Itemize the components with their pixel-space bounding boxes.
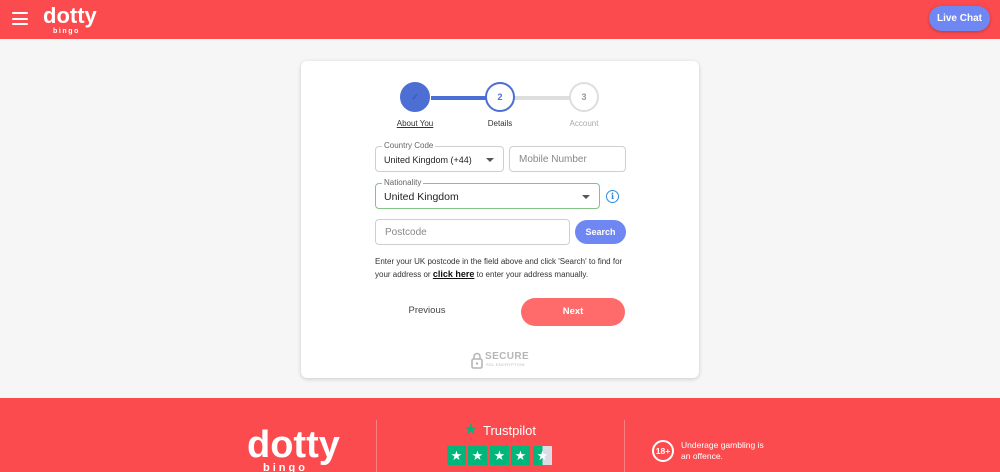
mobile-number-field[interactable]: Mobile Number <box>509 146 626 172</box>
country-code-value: United Kingdom (+44) <box>384 155 472 165</box>
rating-star-icon: ★ <box>468 446 487 465</box>
menu-icon[interactable] <box>12 12 28 25</box>
svg-text:dotty: dotty <box>247 424 340 466</box>
svg-text:bingo: bingo <box>53 28 80 35</box>
footer: dotty bingo ★ Trustpilot ★ ★ ★ ★ ★ 18+ U… <box>0 398 1000 472</box>
postcode-helper-text: Enter your UK postcode in the field abov… <box>375 255 635 281</box>
svg-text:dotty: dotty <box>43 3 98 28</box>
info-icon[interactable]: i <box>606 190 619 203</box>
search-button[interactable]: Search <box>575 220 626 244</box>
stepper-progress-line <box>431 96 487 100</box>
nationality-label: Nationality <box>382 178 424 187</box>
rating-star-icon: ★ <box>490 446 509 465</box>
registration-card: ✓ 2 3 About You Details Account Country … <box>301 61 699 378</box>
step-2-circle: 2 <box>485 82 515 112</box>
secure-text: SECURE <box>485 351 530 362</box>
lock-icon <box>471 352 483 369</box>
dotty-bingo-footer-logo: dotty bingo <box>247 424 340 472</box>
rating-star-icon: ★ <box>447 446 466 465</box>
postcode-placeholder: Postcode <box>385 227 427 238</box>
step-1-label[interactable]: About You <box>375 119 455 128</box>
click-here-link[interactable]: click here <box>433 269 475 279</box>
stepper-remaining-line <box>514 96 570 100</box>
svg-text:bingo: bingo <box>263 462 308 472</box>
chevron-down-icon <box>582 195 590 199</box>
rating-star-icon: ★ <box>511 446 530 465</box>
helper-text-part-2: to enter your address manually. <box>476 270 589 279</box>
secure-badge: SECURE SSL ENCRYPTION <box>471 350 533 370</box>
step-2-label: Details <box>487 119 513 128</box>
next-button[interactable]: Next <box>521 298 625 326</box>
trustpilot-label: Trustpilot <box>483 423 536 438</box>
underage-gambling-notice: Underage gambling is an offence. <box>681 440 764 461</box>
trustpilot-star-icon: ★ <box>464 421 478 438</box>
trustpilot-rating-stars[interactable]: ★ ★ ★ ★ ★ <box>447 446 552 465</box>
country-code-label: Country Code <box>382 141 436 150</box>
rating-half-star-icon: ★ <box>533 446 552 465</box>
footer-divider <box>624 420 625 472</box>
previous-button[interactable]: Previous <box>397 302 457 320</box>
step-1-circle[interactable]: ✓ <box>400 82 430 112</box>
mobile-number-placeholder: Mobile Number <box>519 154 587 165</box>
dotty-bingo-logo[interactable]: dotty bingo <box>42 2 102 36</box>
chevron-down-icon <box>486 158 494 162</box>
ssl-text: SSL ENCRYPTION <box>486 362 525 367</box>
nationality-value: United Kingdom <box>384 191 459 203</box>
live-chat-button[interactable]: Live Chat <box>929 6 990 31</box>
top-bar: dotty bingo Live Chat <box>0 0 1000 39</box>
age-restriction-badge: 18+ <box>652 440 674 462</box>
country-code-select[interactable]: Country Code United Kingdom (+44) <box>375 141 504 172</box>
postcode-field[interactable]: Postcode <box>375 219 570 245</box>
footer-divider <box>376 420 377 472</box>
nationality-select[interactable]: Nationality United Kingdom <box>375 178 600 209</box>
step-3-label: Account <box>569 119 599 128</box>
step-3-circle: 3 <box>569 82 599 112</box>
